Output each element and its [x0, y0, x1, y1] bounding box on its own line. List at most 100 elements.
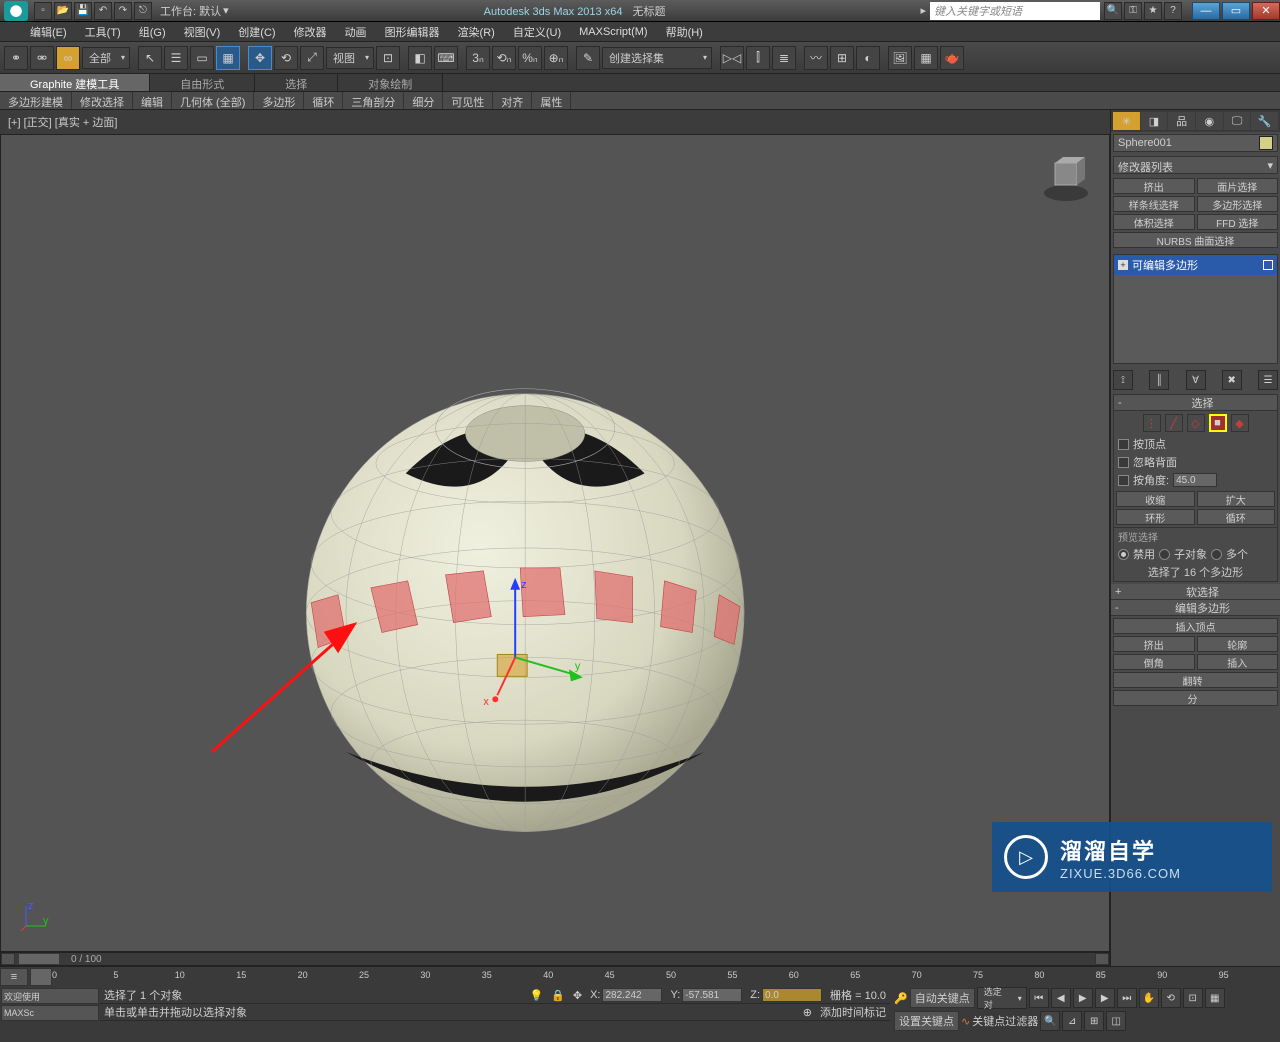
- btn-extrude2[interactable]: 挤出: [1113, 636, 1195, 652]
- app-logo-icon[interactable]: ⬤: [4, 1, 28, 21]
- check-by-angle[interactable]: [1118, 475, 1129, 486]
- angle-snap-icon[interactable]: ⟲ₙ: [492, 46, 516, 70]
- modifier-list[interactable]: 修改器列表: [1113, 156, 1278, 174]
- create-tab-icon[interactable]: ✳: [1113, 112, 1140, 130]
- autokey-button[interactable]: 自动关键点: [910, 988, 975, 1008]
- menu-view[interactable]: 视图(V): [184, 24, 221, 40]
- menu-create[interactable]: 创建(C): [238, 24, 275, 40]
- btn-vol-sel[interactable]: 体积选择: [1113, 214, 1195, 230]
- motion-tab-icon[interactable]: ◉: [1196, 112, 1223, 130]
- timeline-ruler[interactable]: 0510152025303540455055606570758085909510…: [52, 970, 1280, 984]
- object-name-field[interactable]: Sphere001: [1113, 134, 1278, 152]
- layers-icon[interactable]: ≣: [772, 46, 796, 70]
- region-icon[interactable]: ◫: [1106, 1011, 1126, 1031]
- window-crossing-icon[interactable]: ▦: [216, 46, 240, 70]
- rollout-soft-header[interactable]: +软选择: [1111, 584, 1280, 600]
- undo-icon[interactable]: ↶: [94, 2, 112, 20]
- tab-freeform[interactable]: 自由形式: [150, 74, 255, 91]
- mirror-icon[interactable]: ▷◁: [720, 46, 744, 70]
- modify-tab-icon[interactable]: ◨: [1141, 112, 1168, 130]
- key-target[interactable]: 选定对: [977, 987, 1027, 1009]
- scale-icon[interactable]: ⤢: [300, 46, 324, 70]
- rotate-icon[interactable]: ⟲: [274, 46, 298, 70]
- goto-end-icon[interactable]: ⏭: [1117, 988, 1137, 1008]
- btn-grow[interactable]: 扩大: [1197, 491, 1276, 507]
- next-frame-icon[interactable]: ▶: [1095, 988, 1115, 1008]
- material-icon[interactable]: ◐: [856, 46, 880, 70]
- btn-rotate[interactable]: 翻转: [1113, 672, 1278, 688]
- rollout-selection-header[interactable]: -选择: [1114, 395, 1277, 411]
- lock-icon[interactable]: 💡: [529, 989, 543, 1002]
- menu-maxscript[interactable]: MAXScript(M): [579, 26, 647, 38]
- menu-edit[interactable]: 编辑(E): [30, 24, 67, 40]
- menu-animation[interactable]: 动画: [345, 24, 367, 40]
- check-ignore-back[interactable]: [1118, 457, 1129, 468]
- scroll-left-icon[interactable]: [1, 953, 15, 965]
- btn-ring[interactable]: 环形: [1116, 509, 1195, 525]
- workspace-selector[interactable]: 工作台: 默认: [160, 3, 221, 19]
- panel-tri[interactable]: 三角剖分: [343, 92, 404, 109]
- modifier-stack[interactable]: +可编辑多边形: [1113, 254, 1278, 364]
- remove-icon[interactable]: ✖: [1222, 370, 1242, 390]
- arc-rotate-icon[interactable]: ⟲: [1161, 988, 1181, 1008]
- rollout-edit-poly-header[interactable]: -编辑多边形: [1111, 600, 1280, 616]
- redo-icon[interactable]: ↷: [114, 2, 132, 20]
- panel-align[interactable]: 对齐: [493, 92, 532, 109]
- panel-poly-model[interactable]: 多边形建模: [0, 92, 72, 109]
- edit-named-sel-icon[interactable]: ✎: [576, 46, 600, 70]
- panel-edit[interactable]: 编辑: [133, 92, 172, 109]
- subobj-vertex-icon[interactable]: ⋮: [1143, 414, 1161, 432]
- subobj-border-icon[interactable]: ◇: [1187, 414, 1205, 432]
- welcome-button[interactable]: 欢迎使用: [1, 988, 99, 1004]
- schematic-icon[interactable]: ⊞: [830, 46, 854, 70]
- maximize-button[interactable]: ▭: [1222, 2, 1250, 20]
- panel-mod-sel[interactable]: 修改选择: [72, 92, 133, 109]
- select-filter[interactable]: 全部: [82, 47, 130, 69]
- btn-shrink[interactable]: 收缩: [1116, 491, 1195, 507]
- select-name-icon[interactable]: ☰: [164, 46, 188, 70]
- setkey-button[interactable]: 设置关键点: [894, 1011, 959, 1031]
- binoculars-icon[interactable]: 🔍: [1104, 2, 1122, 20]
- render-icon[interactable]: 🫖: [940, 46, 964, 70]
- zoom-ext-icon[interactable]: ⊡: [1183, 988, 1203, 1008]
- move-icon[interactable]: ✥: [248, 46, 272, 70]
- zoom-all-icon[interactable]: ⊞: [1084, 1011, 1104, 1031]
- pivot-icon[interactable]: ⊡: [376, 46, 400, 70]
- menu-modifier[interactable]: 修改器: [294, 24, 327, 40]
- percent-snap-icon[interactable]: %ₙ: [518, 46, 542, 70]
- radio-sub[interactable]: [1159, 549, 1170, 560]
- save-icon[interactable]: 💾: [74, 2, 92, 20]
- panel-props[interactable]: 属性: [532, 92, 571, 109]
- pan-icon[interactable]: ✋: [1139, 988, 1159, 1008]
- coord-y[interactable]: [682, 988, 742, 1002]
- panel-poly[interactable]: 多边形: [254, 92, 304, 109]
- add-time-tag[interactable]: 添加时间标记: [820, 1004, 886, 1020]
- menu-group[interactable]: 组(G): [139, 24, 166, 40]
- display-tab-icon[interactable]: 🖵: [1224, 112, 1251, 130]
- btn-spline-sel[interactable]: 样条线选择: [1113, 196, 1195, 212]
- select-link-icon[interactable]: ⚭: [4, 46, 28, 70]
- scroll-right-icon[interactable]: [1095, 953, 1109, 965]
- utility-tab-icon[interactable]: 🔧: [1251, 112, 1278, 130]
- maxscript-button[interactable]: MAXSc: [1, 1005, 99, 1021]
- btn-loop[interactable]: 循环: [1197, 509, 1276, 525]
- coord-x[interactable]: [602, 988, 662, 1002]
- radio-disable[interactable]: [1118, 549, 1129, 560]
- time-tag-icon[interactable]: ⊕: [803, 1006, 812, 1019]
- btn-insert-vertex[interactable]: 插入顶点: [1113, 618, 1278, 634]
- menu-customize[interactable]: 自定义(U): [513, 24, 561, 40]
- ref-coord[interactable]: 视图: [326, 47, 374, 69]
- unique-icon[interactable]: ∀: [1186, 370, 1206, 390]
- time-config-icon[interactable]: ≡: [0, 968, 28, 986]
- help-icon[interactable]: ?: [1164, 2, 1182, 20]
- subobj-element-icon[interactable]: ◆: [1231, 414, 1249, 432]
- select-rect-icon[interactable]: ▭: [190, 46, 214, 70]
- btn-nurbs-sel[interactable]: NURBS 曲面选择: [1113, 232, 1278, 248]
- object-color-swatch[interactable]: [1259, 136, 1273, 150]
- unlink-icon[interactable]: ⚮: [30, 46, 54, 70]
- btn-ffd-sel[interactable]: FFD 选择: [1197, 214, 1279, 230]
- panel-geom[interactable]: 几何体 (全部): [172, 92, 254, 109]
- key-icon[interactable]: ⚿: [1124, 2, 1142, 20]
- time-slider[interactable]: ≡ 05101520253035404550556065707580859095…: [0, 967, 1280, 987]
- lock2-icon[interactable]: 🔒: [551, 989, 565, 1002]
